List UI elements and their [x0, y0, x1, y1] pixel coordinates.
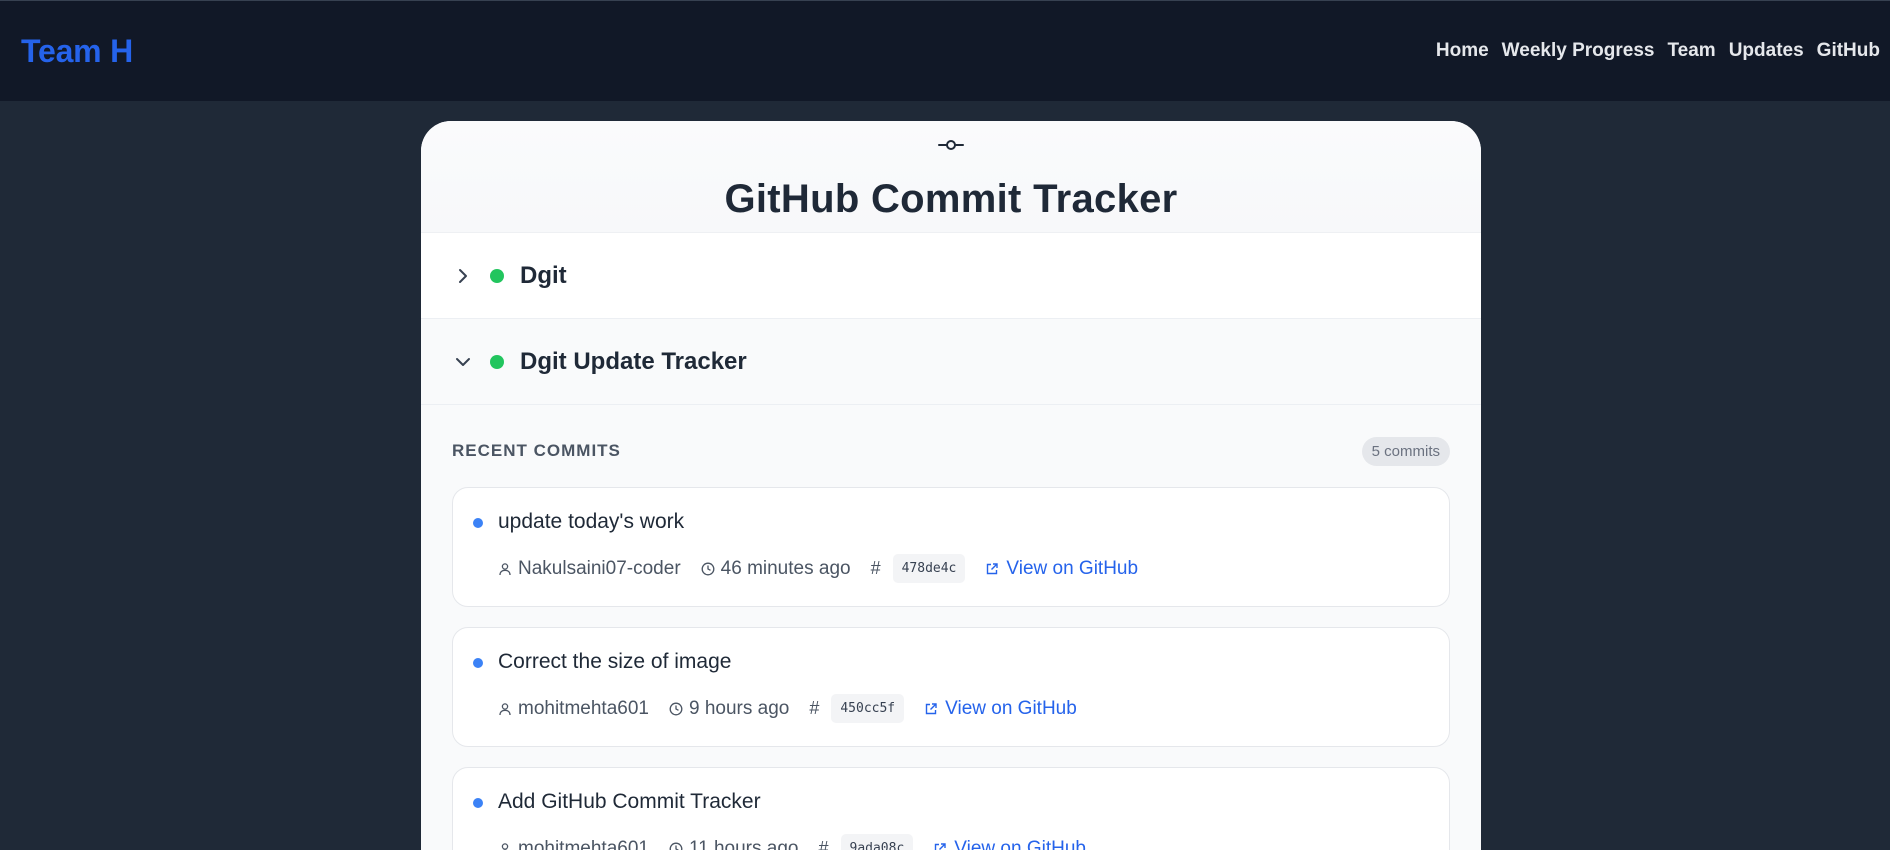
page-title: GitHub Commit Tracker — [724, 177, 1178, 221]
commit-author: Nakulsaini07-coder — [498, 558, 681, 580]
status-dot — [490, 268, 504, 283]
commit-dot — [473, 658, 483, 668]
nav-weekly-progress[interactable]: Weekly Progress — [1502, 40, 1655, 62]
nav-home[interactable]: Home — [1436, 40, 1489, 62]
commit-dot — [473, 798, 483, 808]
status-dot — [490, 354, 504, 369]
author-name: mohitmehta601 — [518, 697, 649, 719]
hash-icon: # — [870, 558, 881, 578]
repo-name: Dgit — [520, 261, 567, 289]
time-ago: 46 minutes ago — [720, 557, 851, 579]
commit-sha: 450cc5f — [831, 694, 905, 723]
commit-icon — [938, 140, 964, 150]
commit-message: Add GitHub Commit Tracker — [498, 790, 761, 813]
commit-sha: 478de4c — [892, 554, 966, 583]
recent-commits-header: RECENT COMMITS 5 commits — [452, 435, 1450, 467]
author-name: mohitmehta601 — [518, 837, 649, 850]
chevron-right-icon[interactable] — [455, 268, 471, 284]
commit-message: Correct the size of image — [498, 650, 732, 673]
commit-count-badge: 5 commits — [1361, 436, 1450, 466]
time-ago: 11 hours ago — [688, 837, 799, 850]
clock-icon — [669, 702, 683, 715]
chevron-down-icon[interactable] — [455, 354, 471, 370]
link-label[interactable]: View on GitHub — [954, 838, 1086, 850]
repo-name: Dgit Update Tracker — [520, 347, 747, 375]
link-label[interactable]: View on GitHub — [1006, 558, 1138, 580]
view-on-github-link[interactable]: View on GitHub — [933, 838, 1086, 850]
clock-icon — [669, 842, 683, 850]
author-name: Nakulsaini07-coder — [518, 557, 681, 579]
hash-icon: # — [809, 698, 820, 718]
external-link-icon — [935, 842, 946, 850]
commit-card: Add GitHub Commit Tracker mohitmehta601 … — [452, 767, 1450, 850]
commit-meta: mohitmehta601 11 hours ago # 9ada08c Vie… — [498, 834, 1086, 850]
top-navbar: Team H Home Weekly Progress Team Updates… — [0, 0, 1890, 101]
section-label: RECENT COMMITS — [452, 441, 621, 460]
external-link-icon — [925, 702, 937, 714]
view-on-github-link[interactable]: View on GitHub — [985, 558, 1138, 580]
hash-icon: # — [818, 838, 829, 850]
time-ago: 9 hours ago — [688, 697, 790, 719]
view-on-github-link[interactable]: View on GitHub — [924, 698, 1077, 720]
commit-time: 46 minutes ago — [701, 558, 851, 580]
repo-row-dgit-update-tracker[interactable]: Dgit Update Tracker — [421, 319, 1481, 405]
commit-tracker-card: GitHub Commit Tracker Dgit Dgit Update T… — [421, 121, 1481, 850]
repo-row-dgit[interactable]: Dgit — [421, 233, 1481, 319]
commit-card: Correct the size of image mohitmehta601 … — [452, 627, 1450, 747]
commit-author: mohitmehta601 — [498, 838, 649, 850]
commit-meta: mohitmehta601 9 hours ago # 450cc5f View… — [498, 694, 1077, 723]
commit-sha: 9ada08c — [840, 834, 914, 850]
main-nav: Home Weekly Progress Team Updates GitHub — [1436, 40, 1880, 62]
clock-icon — [701, 562, 715, 575]
commit-dot — [473, 518, 483, 528]
nav-team[interactable]: Team — [1667, 40, 1715, 62]
external-link-icon — [987, 562, 999, 574]
nav-github[interactable]: GitHub — [1817, 40, 1880, 62]
commit-time: 9 hours ago — [669, 698, 789, 720]
user-icon — [499, 702, 511, 715]
nav-updates[interactable]: Updates — [1729, 40, 1804, 62]
card-header: GitHub Commit Tracker — [421, 121, 1481, 233]
link-label[interactable]: View on GitHub — [945, 698, 1077, 720]
commit-message: update today's work — [498, 510, 685, 533]
commit-meta: Nakulsaini07-coder 46 minutes ago # 478d… — [498, 554, 1138, 583]
user-icon — [501, 842, 509, 850]
recent-commits-section: RECENT COMMITS 5 commits update today's … — [421, 405, 1481, 850]
brand-logo[interactable]: Team H — [21, 33, 133, 70]
commit-time: 11 hours ago — [669, 837, 799, 850]
user-icon — [499, 562, 511, 575]
commit-card: update today's work Nakulsaini07-coder 4… — [452, 487, 1450, 607]
commit-author: mohitmehta601 — [498, 698, 649, 720]
